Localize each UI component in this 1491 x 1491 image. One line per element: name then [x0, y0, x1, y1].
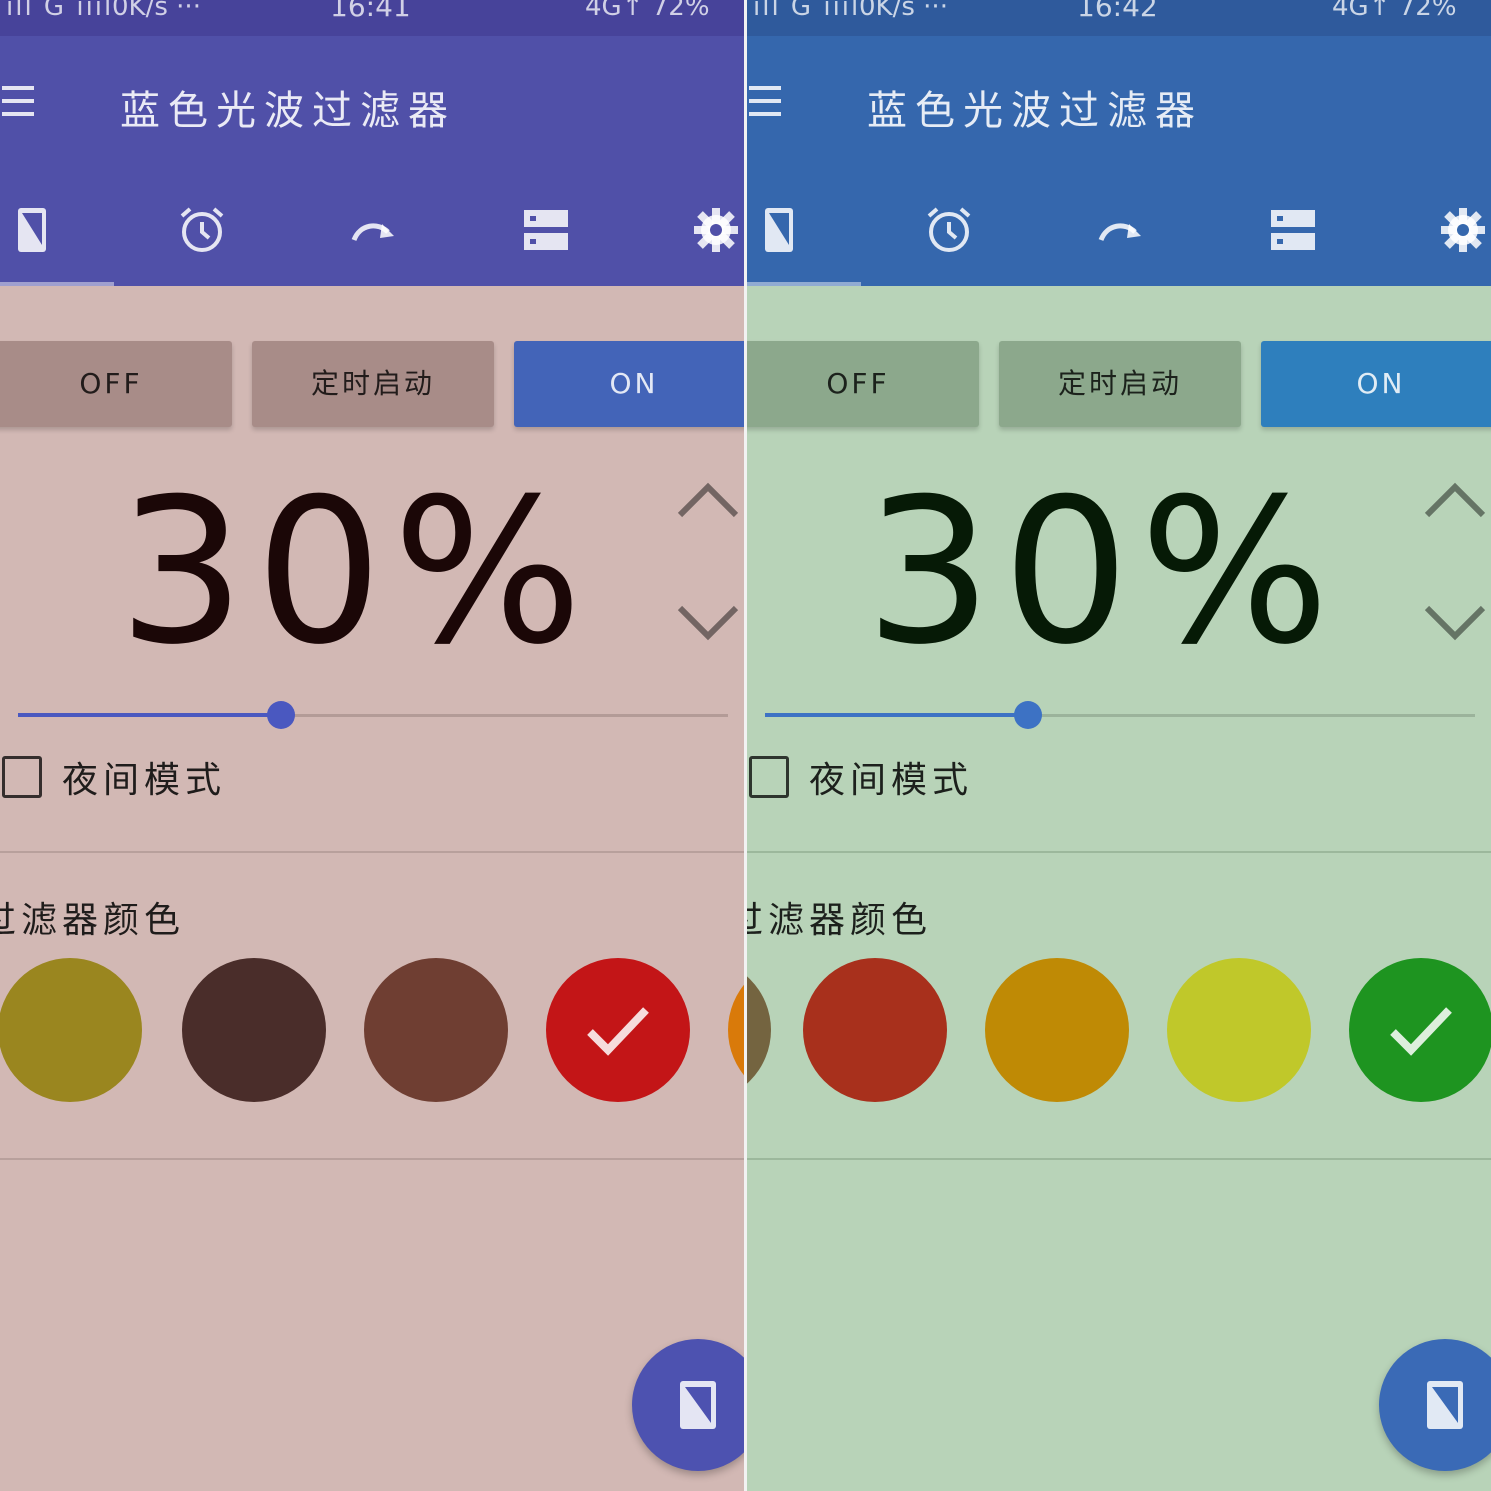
- alarm-clock-icon: [927, 207, 971, 252]
- clock: 16:42: [1077, 0, 1158, 23]
- app-title: 蓝色光波过滤器: [120, 88, 456, 134]
- tab-shortcut[interactable]: [312, 184, 432, 286]
- main-content: OFF 定时启动 ON 30% 夜间模式 过滤器颜色: [0, 286, 744, 1491]
- status-bar: ıll G ıııl 0K/s ··· 16:42 4G↑ 72%: [747, 0, 1491, 36]
- redo-arrow-icon: [351, 223, 394, 242]
- color-swatch[interactable]: [364, 958, 508, 1102]
- color-swatch[interactable]: [1349, 958, 1491, 1102]
- intensity-slider[interactable]: [765, 701, 1475, 729]
- storage-icon: [1271, 210, 1315, 250]
- divider: [747, 851, 1491, 853]
- gear-icon: [694, 208, 738, 252]
- tab-storage[interactable]: [484, 184, 604, 286]
- color-swatch[interactable]: [1167, 958, 1311, 1102]
- night-mode-label: 夜间模式: [809, 760, 974, 801]
- night-mode-checkbox[interactable]: [749, 756, 789, 798]
- screen-filter-icon: [1427, 1381, 1463, 1429]
- hamburger-menu-icon[interactable]: [2, 86, 34, 116]
- hamburger-menu-icon[interactable]: [749, 86, 781, 116]
- color-swatch[interactable]: [546, 958, 690, 1102]
- slider-fill: [765, 713, 1028, 717]
- clock: 16:41: [330, 0, 411, 23]
- increase-button[interactable]: [1423, 481, 1487, 521]
- screenshot-panel-right: ıll G ıııl 0K/s ··· 16:42 4G↑ 72% 蓝色光波过滤…: [747, 0, 1491, 1491]
- screenshot-panel-left: ıll G ıııl 0K/s ··· 16:41 4G↑ 72% 蓝色光波过滤…: [0, 0, 744, 1491]
- color-swatch[interactable]: [985, 958, 1129, 1102]
- tab-bar: [0, 184, 744, 286]
- signal-indicator: ıll G ıııl: [753, 0, 861, 22]
- filter-color-title: 过滤器颜色: [0, 900, 186, 941]
- divider: [0, 1158, 744, 1160]
- intensity-percent: 30%: [865, 456, 1340, 689]
- signal-indicator: ıll G ıııl: [6, 0, 114, 22]
- screen-filter-icon: [765, 208, 793, 252]
- on-button[interactable]: ON: [1261, 341, 1491, 427]
- alarm-clock-icon: [180, 207, 224, 252]
- divider: [747, 1158, 1491, 1160]
- on-button[interactable]: ON: [514, 341, 744, 427]
- night-mode-checkbox[interactable]: [2, 756, 42, 798]
- redo-arrow-icon: [1098, 223, 1141, 242]
- color-swatch[interactable]: [747, 958, 771, 1102]
- check-icon: [587, 1007, 649, 1056]
- network-speed: 0K/s ···: [112, 0, 201, 22]
- filter-color-title: 过滤器颜色: [747, 900, 933, 941]
- tab-settings[interactable]: [1401, 184, 1491, 286]
- timer-start-button[interactable]: 定时启动: [999, 341, 1241, 427]
- intensity-percent: 30%: [118, 456, 593, 689]
- tab-bar: [747, 184, 1491, 286]
- intensity-slider[interactable]: [18, 701, 728, 729]
- color-swatch[interactable]: [182, 958, 326, 1102]
- night-mode-label: 夜间模式: [62, 760, 227, 801]
- slider-thumb[interactable]: [266, 701, 295, 729]
- check-icon: [1390, 1007, 1452, 1056]
- filter-toggle-fab[interactable]: [1379, 1339, 1491, 1471]
- timer-start-button[interactable]: 定时启动: [252, 341, 494, 427]
- off-button[interactable]: OFF: [0, 341, 232, 427]
- chevron-up-icon: [677, 482, 739, 518]
- color-swatch[interactable]: [728, 958, 744, 1102]
- increase-button[interactable]: [676, 481, 740, 521]
- off-button[interactable]: OFF: [747, 341, 979, 427]
- color-swatch[interactable]: [0, 958, 142, 1102]
- battery-network-status: 4G↑ 72%: [1332, 0, 1457, 22]
- tab-schedule[interactable]: [887, 184, 1007, 286]
- slider-thumb[interactable]: [1013, 701, 1042, 729]
- chevron-down-icon: [1424, 605, 1486, 641]
- gear-icon: [1441, 208, 1485, 252]
- app-bar: 蓝色光波过滤器: [0, 36, 744, 286]
- tab-settings[interactable]: [654, 184, 744, 286]
- chevron-up-icon: [1424, 482, 1486, 518]
- tab-filter[interactable]: [0, 184, 90, 286]
- app-bar: 蓝色光波过滤器: [747, 36, 1491, 286]
- battery-network-status: 4G↑ 72%: [585, 0, 710, 22]
- main-content: OFF 定时启动 ON 30% 夜间模式 过滤器颜色: [747, 286, 1491, 1491]
- tab-shortcut[interactable]: [1059, 184, 1179, 286]
- screen-filter-icon: [18, 208, 46, 252]
- tab-filter[interactable]: [747, 184, 837, 286]
- color-swatch[interactable]: [803, 958, 947, 1102]
- divider: [0, 851, 744, 853]
- status-bar: ıll G ıııl 0K/s ··· 16:41 4G↑ 72%: [0, 0, 744, 36]
- decrease-button[interactable]: [676, 602, 740, 642]
- tab-storage[interactable]: [1231, 184, 1351, 286]
- slider-fill: [18, 713, 281, 717]
- filter-toggle-fab[interactable]: [632, 1339, 744, 1471]
- storage-icon: [524, 210, 568, 250]
- app-title: 蓝色光波过滤器: [867, 88, 1203, 134]
- screen-filter-icon: [680, 1381, 716, 1429]
- tab-schedule[interactable]: [140, 184, 260, 286]
- decrease-button[interactable]: [1423, 602, 1487, 642]
- chevron-down-icon: [677, 605, 739, 641]
- network-speed: 0K/s ···: [859, 0, 948, 22]
